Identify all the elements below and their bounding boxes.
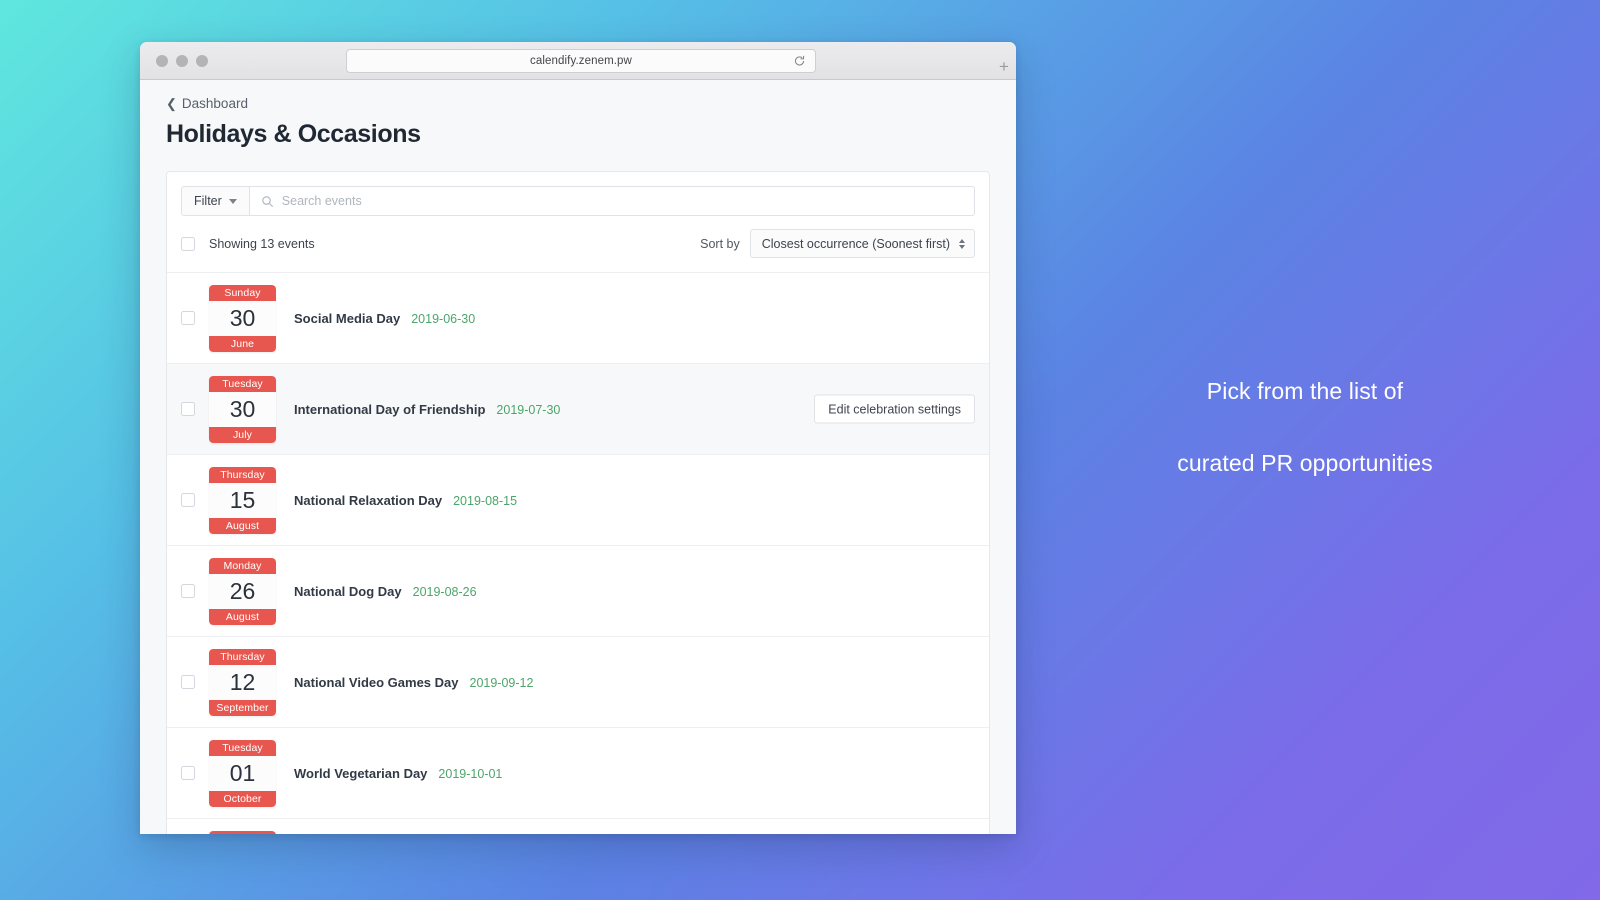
date-badge-month: August [209, 518, 276, 534]
page-content: ❮ Dashboard Holidays & Occasions Filter [140, 80, 1016, 834]
row-checkbox[interactable] [181, 584, 195, 598]
date-badge-day: 12 [209, 665, 276, 700]
date-badge-month: August [209, 609, 276, 625]
events-card: Filter Showing 13 events [166, 171, 990, 834]
table-row[interactable]: Tuesday01October World Vegetarian Day 2019… [167, 727, 989, 818]
edit-celebration-settings-button[interactable]: Edit celebration settings [814, 395, 975, 424]
table-row[interactable]: Thursday15August National Relaxation Day 2… [167, 454, 989, 545]
row-checkbox[interactable] [181, 675, 195, 689]
date-badge-weekday: Tuesday [209, 740, 276, 756]
event-info: National Dog Day 2019-08-26 [294, 584, 477, 599]
event-info: International Day of Friendship 2019-07-3… [294, 402, 560, 417]
date-badge: Thursday15August [209, 467, 276, 534]
address-bar[interactable]: calendify.zenem.pw [346, 49, 816, 73]
sort-control-group: Sort by Closest occurrence (Soonest firs… [700, 229, 975, 258]
events-list: Sunday30JuneSocial Media Day2019-06-30Tu… [167, 272, 989, 834]
date-badge-month: June [209, 336, 276, 352]
event-info: World Vegetarian Day 2019-10-01 [294, 766, 502, 781]
date-badge-day: 30 [209, 392, 276, 427]
event-name: National Dog Day [294, 584, 402, 599]
date-badge-day: 30 [209, 301, 276, 336]
chevron-down-icon [229, 199, 237, 204]
event-name: International Day of Friendship [294, 402, 485, 417]
new-tab-button[interactable]: + [992, 55, 1016, 79]
event-info: Social Media Day 2019-06-30 [294, 311, 475, 326]
event-name: Social Media Day [294, 311, 400, 326]
row-checkbox[interactable] [181, 493, 195, 507]
minimize-window-button[interactable] [176, 55, 188, 67]
event-info: National Relaxation Day 2019-08-15 [294, 493, 517, 508]
breadcrumb[interactable]: ❮ Dashboard [166, 96, 1016, 111]
date-badge-month: July [209, 427, 276, 443]
sort-by-value: Closest occurrence (Soonest first) [762, 237, 950, 251]
event-name: National Video Games Day [294, 675, 459, 690]
showing-count-label: Showing 13 events [209, 237, 315, 251]
sort-by-label: Sort by [700, 237, 740, 251]
date-badge-month: October [209, 791, 276, 807]
marketing-line-1: Pick from the list of [1040, 378, 1570, 406]
close-window-button[interactable] [156, 55, 168, 67]
table-row[interactable]: Tuesday30July International Day of Friend… [167, 363, 989, 454]
row-checkbox[interactable] [181, 402, 195, 416]
date-badge: Friday [209, 831, 276, 835]
marketing-copy: Pick from the list of curated PR opportu… [1040, 378, 1570, 477]
chevron-left-icon: ❮ [166, 97, 177, 110]
date-badge-day: 15 [209, 483, 276, 518]
events-toolbar: Filter [167, 172, 989, 216]
event-name: World Vegetarian Day [294, 766, 427, 781]
sort-by-select[interactable]: Closest occurrence (Soonest first) [750, 229, 975, 258]
date-badge-weekday: Friday [209, 831, 276, 835]
breadcrumb-label: Dashboard [182, 96, 248, 111]
event-date: 2019-09-12 [470, 676, 534, 690]
date-badge: Tuesday01October [209, 740, 276, 807]
browser-window: calendify.zenem.pw + ❮ Dashboard Holiday… [140, 42, 1016, 834]
window-traffic-lights [156, 55, 208, 67]
event-date: 2019-08-26 [413, 585, 477, 599]
row-checkbox[interactable] [181, 311, 195, 325]
stepper-arrows-icon [959, 239, 965, 249]
filter-button-label: Filter [194, 194, 222, 208]
address-bar-url: calendify.zenem.pw [530, 55, 632, 67]
events-meta-row: Showing 13 events Sort by Closest occurr… [167, 216, 989, 272]
marketing-line-2: curated PR opportunities [1040, 450, 1570, 478]
date-badge-month: September [209, 700, 276, 716]
table-row[interactable]: Sunday30June Social Media Day 2019-06-30 [167, 272, 989, 363]
maximize-window-button[interactable] [196, 55, 208, 67]
table-row[interactable]: Friday [167, 818, 989, 834]
date-badge: Thursday12September [209, 649, 276, 716]
event-date: 2019-07-30 [496, 403, 560, 417]
date-badge-day: 01 [209, 756, 276, 791]
date-badge-weekday: Monday [209, 558, 276, 574]
reload-icon[interactable] [793, 55, 806, 68]
event-date: 2019-06-30 [411, 312, 475, 326]
search-input[interactable] [282, 194, 963, 208]
event-date: 2019-08-15 [453, 494, 517, 508]
search-icon [261, 195, 274, 208]
date-badge-weekday: Tuesday [209, 376, 276, 392]
event-name: National Relaxation Day [294, 493, 442, 508]
row-checkbox[interactable] [181, 766, 195, 780]
date-badge-day: 26 [209, 574, 276, 609]
date-badge-weekday: Sunday [209, 285, 276, 301]
date-badge-weekday: Thursday [209, 467, 276, 483]
date-badge-weekday: Thursday [209, 649, 276, 665]
date-badge: Tuesday30July [209, 376, 276, 443]
search-field-wrapper[interactable] [249, 186, 975, 216]
event-info: National Video Games Day 2019-09-12 [294, 675, 533, 690]
browser-titlebar: calendify.zenem.pw + [140, 42, 1016, 80]
date-badge: Sunday30June [209, 285, 276, 352]
table-row[interactable]: Monday26August National Dog Day 2019-08-26 [167, 545, 989, 636]
select-all-checkbox[interactable] [181, 237, 195, 251]
event-date: 2019-10-01 [438, 767, 502, 781]
page-title: Holidays & Occasions [166, 120, 1016, 149]
filter-button[interactable]: Filter [181, 186, 249, 216]
table-row[interactable]: Thursday12September National Video Games … [167, 636, 989, 727]
date-badge: Monday26August [209, 558, 276, 625]
